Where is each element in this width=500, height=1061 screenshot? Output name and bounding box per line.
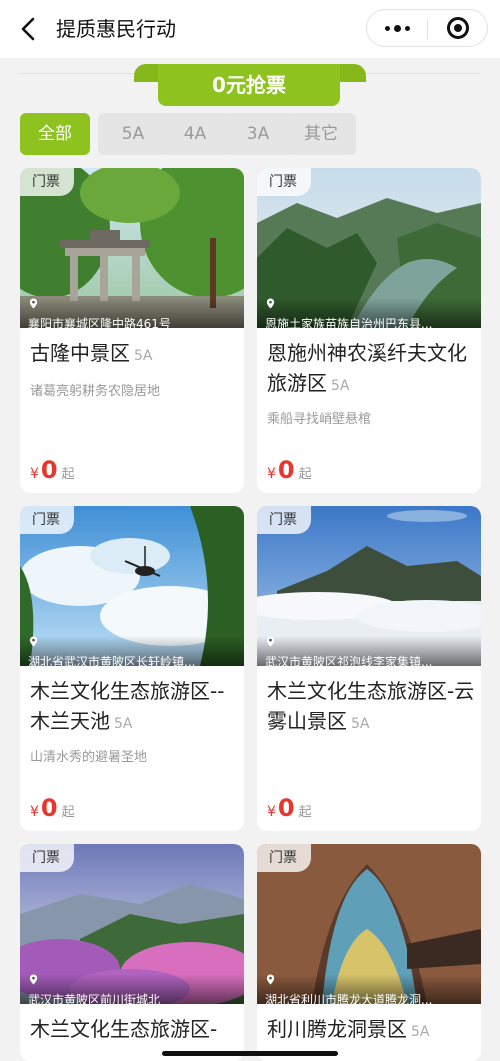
address-text: 湖北省武汉市黄陂区长轩岭镇...: [28, 655, 196, 666]
banner-ribbon-right: [336, 64, 366, 82]
location-pin-icon: [266, 298, 275, 309]
level-badge: 5A: [114, 716, 133, 732]
target-icon-center: [454, 24, 462, 32]
scenic-photo: 门票 武汉市黄陂区前川街城北: [20, 844, 244, 1004]
scenic-card[interactable]: 门票 湖北省武汉市黄陂区长轩岭镇... 木兰文化生态旅游区--木兰天池 5A 山清…: [20, 506, 244, 831]
location-pin-icon: [29, 298, 38, 309]
scenic-name-text: 恩施州神农溪纤夫文化旅游区: [267, 341, 467, 395]
location-pin-icon: [266, 636, 275, 647]
price-suffix: 起: [61, 467, 75, 482]
scenic-card[interactable]: 门票 武汉市黄陂区祁泡线李家集镇... 木兰文化生态旅游区-云雾山景区 5A ¥0…: [257, 506, 481, 831]
back-button[interactable]: [14, 14, 44, 44]
ticket-tag: 门票: [20, 506, 74, 534]
level-badge: 5A: [351, 716, 370, 732]
scenic-name: 木兰文化生态旅游区-云雾山景区 5A: [267, 676, 477, 739]
more-button[interactable]: [367, 10, 427, 46]
price-suffix: 起: [298, 467, 312, 482]
address-text: 襄阳市襄城区隆中路461号: [28, 317, 171, 328]
scenic-card[interactable]: 门票 湖北省利川市腾龙大道腾龙洞... 利川腾龙洞景区 5A: [257, 844, 481, 1061]
price-label: ¥0 起: [30, 794, 75, 822]
filter-tab-3a[interactable]: 3A: [223, 113, 293, 155]
currency-symbol: ¥: [30, 466, 39, 482]
scenic-card[interactable]: 门票 武汉市黄陂区前川街城北 木兰文化生态旅游区-: [20, 844, 244, 1061]
navigation-bar: 提质惠民行动: [0, 0, 500, 58]
address-text: 武汉市黄陂区祁泡线李家集镇...: [265, 655, 433, 666]
address-label: 恩施土家族苗族自治州巴东县...: [257, 298, 481, 328]
location-pin-icon: [29, 974, 38, 985]
ticket-tag: 门票: [257, 844, 311, 872]
scenic-name: 木兰文化生态旅游区-: [30, 1014, 240, 1047]
price-amount: 0: [40, 456, 58, 484]
scenic-name-text: 古隆中景区: [30, 341, 130, 365]
level-badge: 5A: [331, 378, 350, 394]
location-pin-icon: [266, 974, 275, 985]
scenic-photo: 门票 武汉市黄陂区祁泡线李家集镇...: [257, 506, 481, 666]
more-dots-icon: [385, 26, 390, 31]
currency-symbol: ¥: [267, 804, 276, 820]
level-badge: 5A: [134, 348, 153, 364]
filter-tab-5a[interactable]: 5A: [98, 113, 168, 155]
address-label: 武汉市黄陂区祁泡线李家集镇...: [257, 636, 481, 666]
scenic-name-text: 木兰文化生态旅游区-云雾山景区: [267, 679, 475, 733]
scenic-name: 恩施州神农溪纤夫文化旅游区 5A: [267, 338, 477, 401]
scenic-card[interactable]: 门票 襄阳市襄城区隆中路461号 古隆中景区 5A 诸葛亮躬耕务农隐居地 ¥0 起: [20, 168, 244, 493]
address-label: 襄阳市襄城区隆中路461号: [20, 298, 244, 328]
scenic-name-text: 利川腾龙洞景区: [267, 1017, 407, 1041]
scenic-card[interactable]: 门票 恩施土家族苗族自治州巴东县... 恩施州神农溪纤夫文化旅游区 5A 乘船寻找…: [257, 168, 481, 493]
banner-title: 0元抢票: [158, 64, 340, 106]
level-badge: 5A: [411, 1024, 430, 1040]
scenic-description: 山清水秀的避暑圣地: [30, 750, 148, 765]
address-text: 湖北省利川市腾龙大道腾龙洞...: [265, 993, 433, 1004]
more-dot: [405, 26, 410, 31]
address-label: 湖北省利川市腾龙大道腾龙洞...: [257, 974, 481, 1004]
location-pin-icon: [29, 636, 38, 647]
page-title: 提质惠民行动: [56, 17, 176, 41]
scenic-name-text: 木兰文化生态旅游区-: [30, 1017, 218, 1041]
address-text: 恩施土家族苗族自治州巴东县...: [265, 317, 433, 328]
address-label: 武汉市黄陂区前川街城北: [20, 974, 244, 1004]
filter-tab-4a[interactable]: 4A: [160, 113, 230, 155]
scenic-photo: 门票 湖北省利川市腾龙大道腾龙洞...: [257, 844, 481, 1004]
scenic-name: 利川腾龙洞景区 5A: [267, 1014, 477, 1047]
mini-program-capsule: [366, 9, 488, 47]
scenic-description: 诸葛亮躬耕务农隐居地: [30, 384, 161, 399]
ticket-tag: 门票: [257, 506, 311, 534]
home-indicator[interactable]: [162, 1051, 338, 1056]
price-label: ¥0 起: [30, 456, 75, 484]
currency-symbol: ¥: [267, 466, 276, 482]
filter-tab-all[interactable]: 全部: [20, 113, 90, 155]
ticket-tag: 门票: [20, 168, 74, 196]
scenic-photo: 门票 湖北省武汉市黄陂区长轩岭镇...: [20, 506, 244, 666]
price-label: ¥0 起: [267, 794, 312, 822]
close-button[interactable]: [428, 10, 488, 46]
address-text: 武汉市黄陂区前川街城北: [28, 993, 161, 1004]
scenic-photo: 门票 恩施土家族苗族自治州巴东县...: [257, 168, 481, 328]
scenic-description: 乘船寻找峭壁悬棺: [267, 412, 372, 427]
price-suffix: 起: [61, 805, 75, 820]
scenic-name: 古隆中景区 5A: [30, 338, 240, 371]
price-label: ¥0 起: [267, 456, 312, 484]
address-label: 湖北省武汉市黄陂区长轩岭镇...: [20, 636, 244, 666]
price-suffix: 起: [298, 805, 312, 820]
scenic-name: 木兰文化生态旅游区--木兰天池 5A: [30, 676, 240, 739]
price-amount: 0: [277, 456, 295, 484]
filter-tab-other[interactable]: 其它: [286, 113, 356, 155]
promo-banner: 0元抢票: [0, 58, 500, 110]
price-amount: 0: [277, 794, 295, 822]
currency-symbol: ¥: [30, 804, 39, 820]
scenic-photo: 门票 襄阳市襄城区隆中路461号: [20, 168, 244, 328]
chevron-left-icon: [21, 17, 35, 41]
price-amount: 0: [40, 794, 58, 822]
ticket-tag: 门票: [20, 844, 74, 872]
ticket-tag: 门票: [257, 168, 311, 196]
more-dot: [394, 25, 401, 32]
